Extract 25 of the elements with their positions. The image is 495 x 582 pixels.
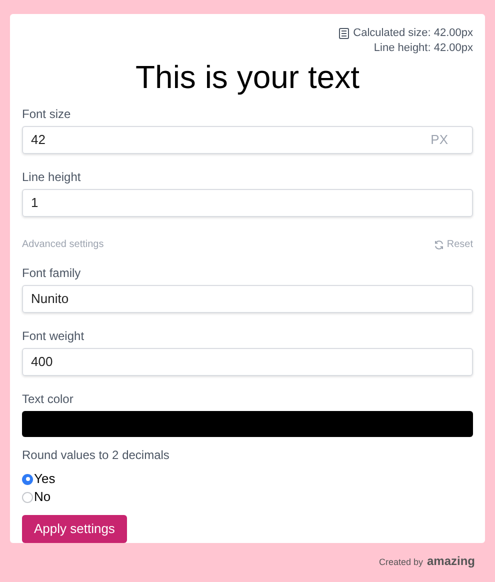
input-field[interactable]: 400	[22, 348, 473, 376]
field-label: Font weight	[22, 329, 84, 343]
radio-option[interactable]: No	[22, 489, 51, 505]
input-field[interactable]: 1	[22, 189, 473, 217]
footer-text: Created by	[378, 556, 423, 569]
line-height-info: Line height: 42.00px	[374, 41, 473, 56]
section-heading: Advanced settings	[22, 238, 104, 252]
color-swatch[interactable]	[22, 411, 473, 437]
refresh-icon	[434, 240, 444, 250]
apply-button[interactable]: Apply settings	[22, 515, 127, 543]
calculator-icon	[339, 28, 350, 39]
field-label: Font size	[22, 107, 71, 121]
field-label: Line height	[22, 170, 81, 184]
field-label: Text color	[22, 392, 74, 406]
calculated-size: Calculated size: 42.00px	[353, 26, 473, 41]
input-field[interactable]: 42 PX	[22, 126, 473, 154]
brand-logo: amazing	[426, 553, 475, 570]
field-label: Round values to 2 decimals	[22, 448, 170, 462]
unit-label: PX	[430, 131, 448, 150]
radio-button[interactable]	[22, 474, 33, 484]
field-label: Font family	[22, 266, 81, 280]
radio-button[interactable]	[22, 492, 33, 502]
input-field[interactable]: Nunito	[22, 285, 473, 313]
radio-option[interactable]: Yes	[22, 471, 56, 487]
preview-text: This is your text	[135, 58, 360, 97]
